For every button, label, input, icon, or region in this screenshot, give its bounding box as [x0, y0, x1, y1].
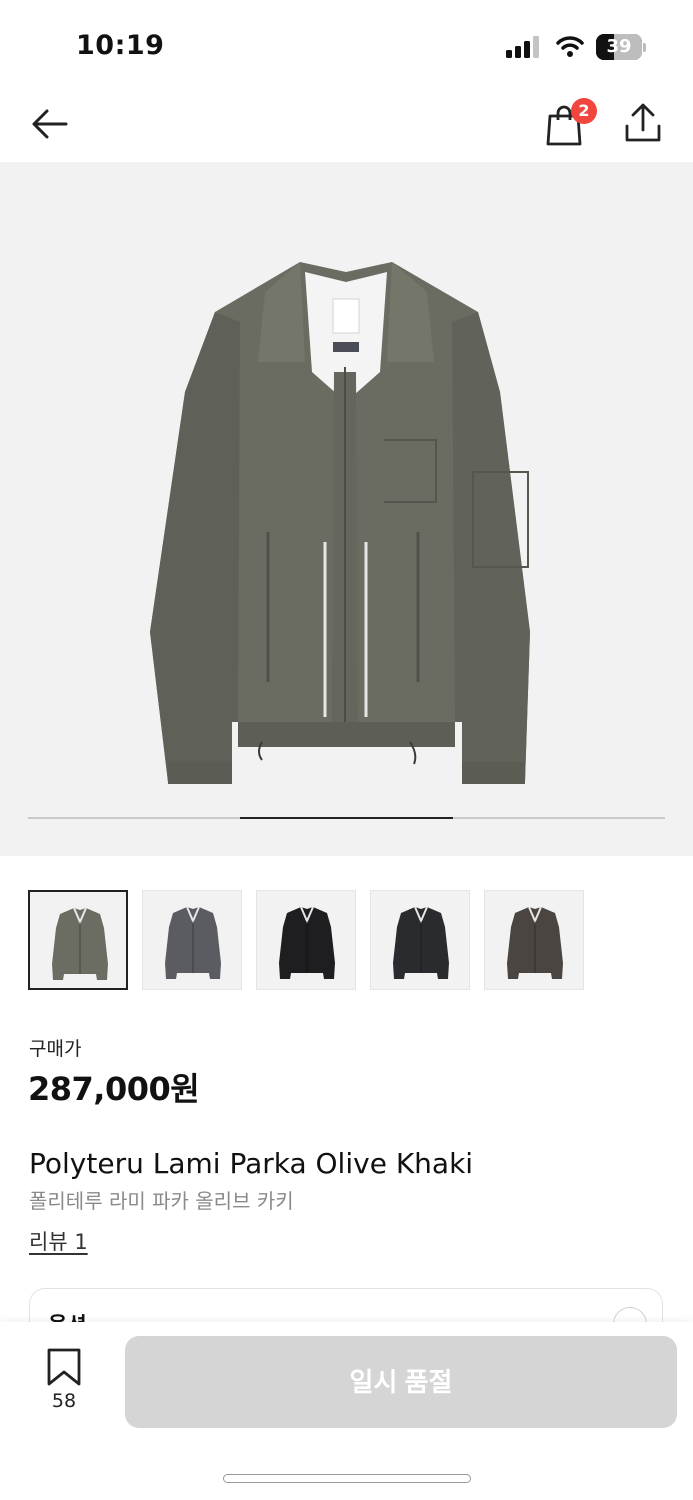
- carousel-progress-thumb: [240, 817, 453, 819]
- status-time: 10:19: [76, 30, 165, 61]
- cart-button[interactable]: 2: [543, 98, 597, 146]
- bottom-action-bar: 58 일시 품절: [0, 1322, 693, 1500]
- thumbnail-black[interactable]: [256, 890, 356, 990]
- bookmark-icon: [47, 1348, 81, 1386]
- carousel-progress: [28, 817, 665, 819]
- home-indicator: [223, 1474, 471, 1483]
- back-arrow-icon[interactable]: [28, 102, 72, 146]
- jacket-thumbnail-image: [279, 906, 335, 979]
- price-label: 구매가: [29, 1038, 82, 1060]
- product-image-jacket: [150, 262, 530, 784]
- sold-out-button[interactable]: 일시 품절: [125, 1336, 677, 1428]
- battery-level: 39: [606, 36, 632, 57]
- product-name-ko: 폴리테루 라미 파카 올리브 카키: [29, 1189, 294, 1213]
- jacket-thumbnail-image: [393, 906, 449, 979]
- thumbnail-brown[interactable]: [484, 890, 584, 990]
- product-image-carousel[interactable]: [0, 162, 693, 856]
- signal-icon: [506, 36, 539, 58]
- battery-icon: 39: [596, 34, 646, 60]
- wifi-icon: [556, 36, 584, 57]
- jacket-thumbnail-image: [52, 907, 108, 980]
- bookmark-count: 58: [51, 1390, 77, 1412]
- thumbnail-charcoal[interactable]: [370, 890, 470, 990]
- bookmark-button[interactable]: 58: [38, 1348, 90, 1418]
- thumbnail-grey[interactable]: [142, 890, 242, 990]
- share-icon[interactable]: [622, 100, 664, 146]
- jacket-thumbnail-image: [507, 906, 563, 979]
- thumbnail-strip: [28, 890, 668, 990]
- thumbnail-olive[interactable]: [28, 890, 128, 990]
- status-bar: 10:19 39: [0, 0, 693, 92]
- cart-count-badge: 2: [571, 98, 597, 124]
- product-name-en: Polyteru Lami Parka Olive Khaki: [29, 1147, 474, 1180]
- top-nav: 2: [0, 92, 693, 162]
- jacket-thumbnail-image: [165, 906, 221, 979]
- price: 287,000원: [28, 1070, 200, 1108]
- review-link[interactable]: 리뷰 1: [29, 1226, 88, 1256]
